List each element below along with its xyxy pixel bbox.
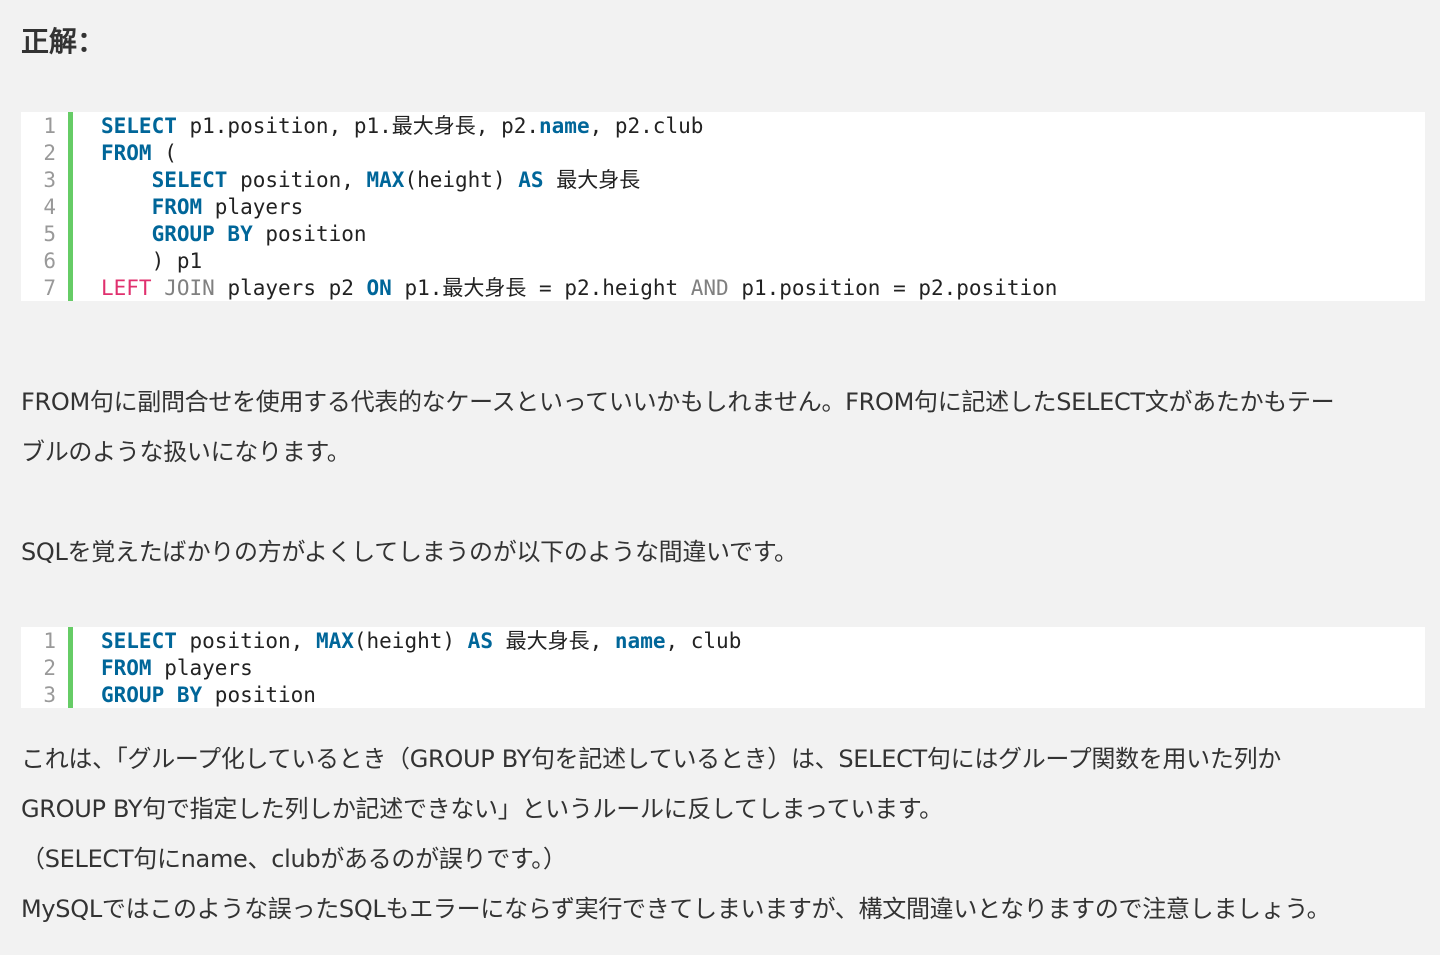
paragraph-line: GROUP BY句で指定した列しか記述できない」というルールに反してしまっていま…: [21, 795, 943, 823]
code-keyword: MAX: [315, 629, 354, 653]
code-keyword: SELECT: [101, 114, 177, 138]
paragraph-line: （SELECT句にname、clubがあるのが誤りです。）: [21, 845, 567, 873]
code-line: FROM players: [101, 194, 1057, 221]
code-keyword: FROM: [101, 141, 152, 165]
code-text: (height): [353, 629, 468, 653]
paragraph-line: FROM句に副問合せを使用する代表的なケースといっていいかもしれません。FROM…: [21, 388, 1335, 416]
code-keyword: name: [614, 629, 666, 653]
code-line: FROM (: [101, 140, 1057, 167]
code-keyword: LEFT: [101, 276, 152, 300]
line-number: 6: [43, 249, 56, 273]
code-text: players p2: [214, 276, 367, 300]
code-line: FROM players: [101, 655, 741, 682]
paragraph-line: MySQLではこのような誤ったSQLもエラーにならず実行できてしまいますが、構文…: [21, 895, 1331, 923]
code-keyword: FROM: [151, 195, 203, 219]
code-content: SELECT p1.position, p1.最大身長, p2.name, p2…: [73, 112, 1057, 301]
paragraph-line: SQLを覚えたばかりの方がよくしてしまうのが以下のような間違いです。: [21, 538, 798, 566]
line-number: 2: [43, 141, 56, 165]
line-number: 1: [43, 629, 56, 653]
code-block-incorrect: 1 2 3 SELECT position, MAX(height) AS 最大身長…: [21, 627, 1425, 708]
code-line: GROUP BY position: [101, 221, 1057, 248]
code-keyword: AS: [467, 629, 493, 653]
code-text: , p2.club: [589, 114, 704, 138]
code-keyword: AS: [518, 168, 544, 192]
code-line: ) p1: [101, 248, 1057, 275]
code-text: 最大身長: [543, 168, 641, 192]
line-number: 2: [43, 656, 56, 680]
line-number: 3: [43, 683, 56, 707]
code-text: p1.position, p1.最大身長, p2.: [176, 114, 540, 138]
line-number: 1: [43, 114, 56, 138]
line-number: 7: [43, 276, 56, 300]
code-text: players: [151, 656, 253, 680]
code-keyword: ON: [366, 276, 392, 300]
code-block-correct: 1 2 3 4 5 6 7 SELECT p1.position, p1.最大身長, p2.…: [21, 112, 1425, 301]
code-keyword: GROUP BY: [101, 683, 203, 707]
code-line: GROUP BY position: [101, 682, 741, 709]
code-text: position: [252, 222, 367, 246]
code-text: (: [151, 141, 177, 165]
code-text: 最大身長,: [492, 629, 615, 653]
code-text: (height): [404, 168, 519, 192]
code-line: LEFT JOIN players p2 ON p1.最大身長 = p2.hei…: [101, 275, 1057, 302]
paragraph-intro-mistake: SQLを覚えたばかりの方がよくしてしまうのが以下のような間違いです。: [21, 527, 1425, 577]
code-text: p1.position = p2.position: [728, 276, 1058, 300]
line-number-gutter: 1 2 3: [21, 627, 73, 708]
code-keyword: SELECT: [101, 629, 177, 653]
code-keyword: MAX: [366, 168, 405, 192]
code-keyword: GROUP BY: [151, 222, 253, 246]
code-text: position,: [227, 168, 367, 192]
code-content: SELECT position, MAX(height) AS 最大身長, na…: [73, 627, 741, 708]
paragraph-explanation: FROM句に副問合せを使用する代表的なケースといっていいかもしれません。FROM…: [21, 377, 1425, 477]
line-number: 5: [43, 222, 56, 246]
paragraph-line: ブルのような扱いになります。: [21, 438, 351, 466]
code-keyword: JOIN: [164, 276, 215, 300]
line-number: 4: [43, 195, 56, 219]
code-text: position,: [176, 629, 316, 653]
code-line: SELECT p1.position, p1.最大身長, p2.name, p2…: [101, 113, 1057, 140]
line-number: 3: [43, 168, 56, 192]
code-text: p1.最大身長 = p2.height: [391, 276, 691, 300]
code-keyword: SELECT: [151, 168, 228, 192]
code-keyword: AND: [690, 276, 729, 300]
paragraph-line: これは、「グループ化しているとき（GROUP BY句を記述しているとき）は、SE…: [21, 745, 1281, 773]
code-text: , club: [665, 629, 742, 653]
answer-heading: 正解：: [21, 25, 106, 58]
code-line: SELECT position, MAX(height) AS 最大身長: [101, 167, 1057, 194]
code-line: SELECT position, MAX(height) AS 最大身長, na…: [101, 628, 741, 655]
code-text: ) p1: [101, 249, 203, 273]
code-keyword: FROM: [101, 656, 152, 680]
code-text: position: [202, 683, 316, 707]
line-number-gutter: 1 2 3 4 5 6 7: [21, 112, 73, 301]
code-text: players: [202, 195, 304, 219]
paragraph-mistake-explanation: これは、「グループ化しているとき（GROUP BY句を記述しているとき）は、SE…: [21, 734, 1425, 934]
code-keyword: name: [539, 114, 590, 138]
